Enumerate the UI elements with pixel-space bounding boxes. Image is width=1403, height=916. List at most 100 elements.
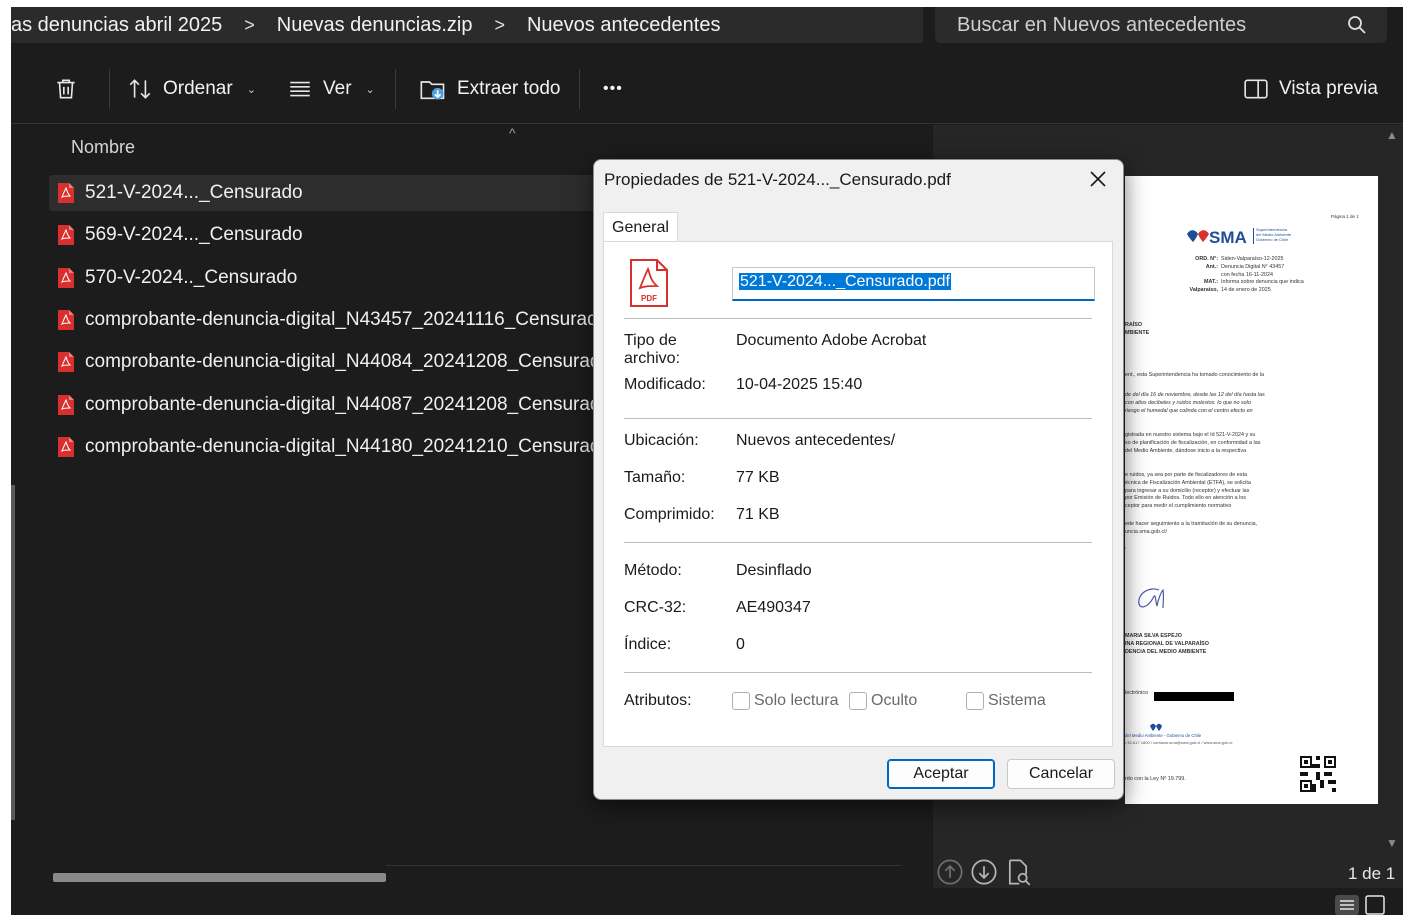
logo-sub-line: Gobierno de Chile (1256, 237, 1289, 242)
hidden-checkbox[interactable]: Oculto (849, 692, 917, 710)
doc-signer-line: INA REGIONAL DE VALPARAÍSO (1125, 640, 1209, 647)
vertical-scrollbar[interactable] (11, 485, 15, 820)
logo-divider (1253, 228, 1254, 244)
doc-page-label: Página 1 de 1 (1331, 214, 1359, 219)
doc-header-value: Siden-Valparaíso-12-2025 (1221, 256, 1284, 262)
modified-label: Modificado: (624, 376, 706, 393)
file-row[interactable]: comprobante-denuncia-digital_N44180_2024… (49, 429, 611, 465)
doc-law-text: rdo con la Ley Nº 19.799. (1125, 776, 1186, 782)
pdf-file-icon (58, 310, 74, 330)
doc-line: por Emisión de Ruidos. Todo ello en aten… (1125, 495, 1246, 502)
search-icon[interactable] (1345, 13, 1369, 37)
doc-line: de del día 16 de noviembre, desde las 12… (1125, 392, 1265, 398)
file-row[interactable]: comprobante-denuncia-digital_N43457_2024… (49, 302, 609, 338)
location-label: Ubicación: (624, 432, 699, 449)
breadcrumb-item[interactable]: Nuevos antecedentes (527, 14, 720, 37)
sort-ascending-icon: ^ (509, 125, 516, 141)
sort-button[interactable]: Ordenar ⌄ (127, 55, 256, 123)
doc-recipient-line: MBIENTE (1125, 329, 1150, 336)
doc-signer-line: DENCIA DEL MEDIO AMBIENTE (1125, 648, 1207, 655)
cancel-button[interactable]: Cancelar (1007, 759, 1115, 789)
breadcrumb-item[interactable]: Nuevas denuncias.zip (277, 14, 473, 37)
doc-logo-sub: Superintendencia del Medio Ambiente Gobi… (1256, 227, 1291, 242)
accept-button[interactable]: Aceptar (887, 759, 995, 789)
extract-all-label: Extraer todo (457, 78, 561, 99)
chevron-down-icon: ⌄ (246, 83, 256, 96)
doc-line: riesgo el humedal que colinda con el cen… (1125, 407, 1253, 414)
divider (624, 418, 1092, 419)
doc-line: ede hacer seguimiento a la tramitación d… (1125, 521, 1258, 527)
column-header-name[interactable]: Nombre (71, 137, 135, 158)
file-row[interactable]: 569-V-2024..._Censurado (49, 217, 609, 253)
page-count: 1 de 1 (1348, 864, 1396, 883)
tab-general[interactable]: General (603, 212, 678, 242)
index-value: 0 (736, 636, 745, 653)
readonly-checkbox[interactable]: Solo lectura (732, 692, 839, 710)
method-value: Desinflado (736, 562, 812, 579)
toolbar-separator (395, 69, 396, 109)
qr-code-icon (1300, 756, 1336, 792)
delete-button[interactable] (53, 55, 79, 123)
doc-body-2: de del día 16 de noviembre, desde las 12… (1125, 392, 1375, 415)
next-page-icon[interactable] (970, 858, 998, 886)
doc-line: écnica de Fiscalización Ambiental (ETFA)… (1125, 479, 1251, 486)
doc-signer: MARIA SILVA ESPEJO INA REGIONAL DE VALPA… (1125, 633, 1209, 656)
checkbox-box[interactable] (849, 692, 867, 710)
sort-icon (129, 79, 151, 99)
compressed-value: 71 KB (736, 506, 780, 523)
pdf-file-icon (58, 225, 74, 245)
file-type-label: Tipo de archivo: (624, 332, 681, 368)
compressed-label: Comprimido: (624, 506, 715, 523)
preview-pane-button[interactable]: Vista previa (1243, 55, 1378, 123)
breadcrumb[interactable]: vas denuncias abril 2025 > Nuevas denunc… (11, 7, 923, 43)
doc-line: e ruidos, ya sea por parte de fiscalizad… (1125, 472, 1247, 478)
toolbar-separator (109, 69, 110, 109)
zoom-page-icon[interactable] (1004, 858, 1032, 886)
file-row[interactable]: 521-V-2024..._Censurado (49, 175, 609, 211)
search-input[interactable]: Buscar en Nuevos antecedentes (935, 7, 1387, 43)
breadcrumb-separator[interactable]: > (244, 15, 255, 36)
pdf-file-icon (58, 183, 74, 203)
file-name: 570-V-2024.._Censurado (85, 267, 298, 288)
close-icon[interactable] (1087, 168, 1109, 190)
doc-body-1: ent., esta Superintendencia ha tomado co… (1125, 372, 1265, 378)
more-options-button[interactable]: ••• (603, 55, 623, 123)
divider (11, 123, 1403, 124)
horizontal-scrollbar[interactable] (53, 873, 386, 882)
system-label: Sistema (988, 692, 1046, 709)
checkbox-box[interactable] (732, 692, 750, 710)
doc-header-key: Ant.: (1205, 263, 1218, 270)
pdf-document-icon: PDF (630, 259, 668, 307)
pdf-file-icon (58, 268, 74, 288)
doc-footer-org: del Medio Ambiente - Gobierno de Chile (1125, 733, 1202, 738)
details-view-icon[interactable] (1334, 894, 1360, 916)
view-button[interactable]: Ver ⌄ (287, 55, 375, 123)
preview-navigation (936, 858, 1032, 886)
preview-pane-icon (1244, 79, 1268, 99)
doc-comma: , (1125, 544, 1127, 550)
system-checkbox[interactable]: Sistema (966, 692, 1046, 710)
breadcrumb-item[interactable]: vas denuncias abril 2025 (11, 14, 222, 37)
checkbox-box[interactable] (966, 692, 984, 710)
pdf-file-icon (58, 395, 74, 415)
document-preview: Página 1 de 1 SMA Superintendencia del M… (1125, 176, 1378, 804)
file-row[interactable]: comprobante-denuncia-digital_N44087_2024… (49, 387, 611, 423)
previous-page-icon[interactable] (936, 858, 964, 886)
file-row[interactable]: 570-V-2024.._Censurado (49, 260, 609, 296)
view-label: Ver (323, 78, 352, 99)
breadcrumb-separator[interactable]: > (494, 15, 505, 36)
scroll-up-icon[interactable]: ▲ (1386, 128, 1398, 142)
filename-field[interactable]: 521-V-2024..._Censurado.pdf (732, 267, 1095, 301)
doc-line: con altos decibeles y ruidos molestos. l… (1125, 399, 1251, 406)
trash-icon (57, 79, 75, 99)
file-row[interactable]: comprobante-denuncia-digital_N44084_2024… (49, 344, 611, 380)
list-view-icon (290, 81, 310, 97)
extract-all-button[interactable]: Extraer todo (419, 55, 561, 123)
method-label: Método: (624, 562, 682, 579)
doc-electronic-label: lectrónico (1125, 690, 1149, 696)
doc-header-block: ORD. N°: Siden-Valparaíso-12-2025 Ant.: De… (1165, 256, 1315, 295)
scroll-down-icon[interactable]: ▼ (1386, 836, 1398, 850)
tiles-view-icon[interactable] (1364, 894, 1386, 916)
file-name: 569-V-2024..._Censurado (85, 224, 303, 245)
doc-body-3: gistrada en nuestro sistema bajo el Id 5… (1125, 432, 1375, 455)
